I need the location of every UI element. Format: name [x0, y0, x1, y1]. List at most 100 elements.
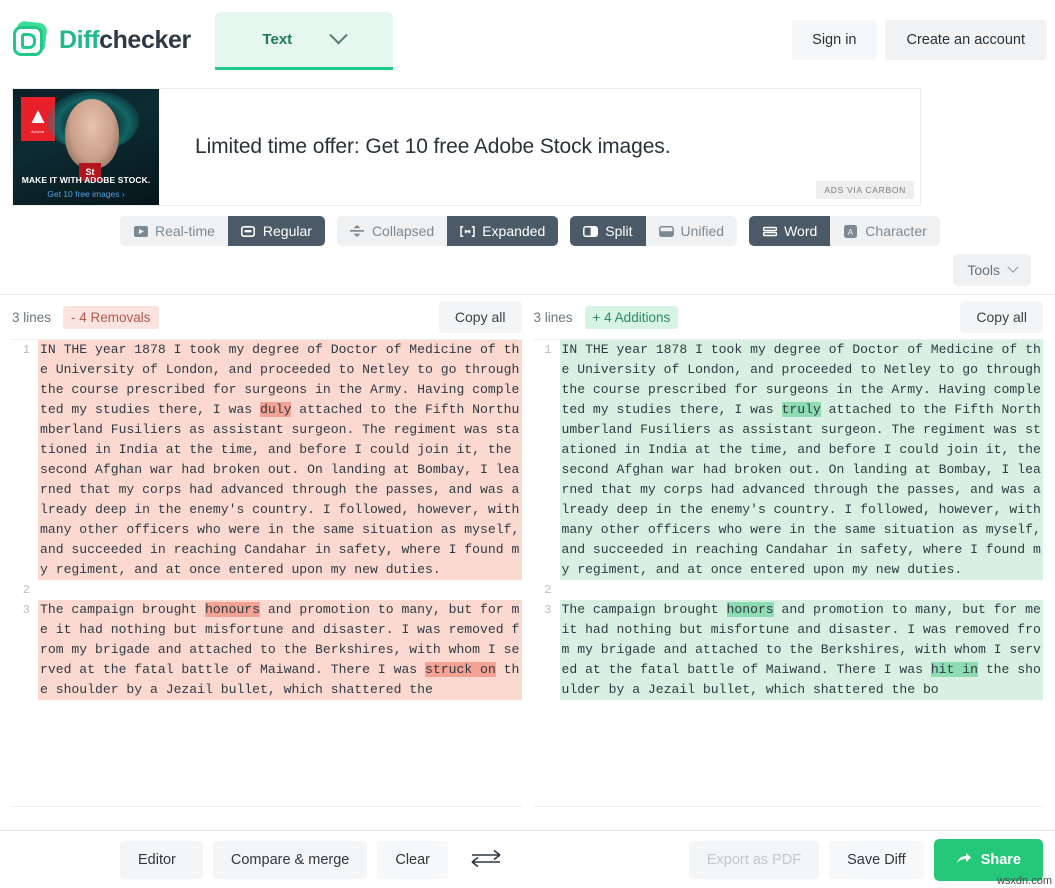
share-label: Share	[980, 851, 1021, 868]
diff-area: 1 IN THE year 1878 I took my degree of Do…	[0, 339, 1055, 807]
diff-line: 2	[12, 580, 522, 600]
diff-line: 1 IN THE year 1878 I took my degree of Do…	[12, 340, 522, 580]
export-pdf-button[interactable]: Export as PDF	[688, 840, 820, 879]
right-stats: 3 lines + 4 Additions Copy all	[533, 301, 1043, 333]
segmented-update-mode: Real-time Regular	[120, 216, 325, 246]
mode-split-label: Split	[605, 223, 633, 239]
diff-highlight: duly	[260, 402, 292, 417]
ad-face-art	[65, 99, 119, 169]
brand-name: Diffchecker	[59, 26, 191, 55]
svg-text:A: A	[848, 226, 854, 236]
left-line-count: 3 lines	[12, 309, 52, 325]
swap-sides-button[interactable]	[458, 842, 514, 877]
character-icon: A	[843, 224, 858, 238]
line-number: 2	[533, 580, 560, 600]
bottom-toolbar: Editor Compare & merge Clear Export as P…	[0, 830, 1055, 888]
diff-line-content[interactable]	[38, 580, 522, 600]
word-icon	[762, 225, 777, 238]
create-account-button[interactable]: Create an account	[884, 20, 1047, 60]
removals-badge: - 4 Removals	[63, 305, 159, 329]
diff-pane-left[interactable]: 1 IN THE year 1878 I took my degree of Do…	[12, 339, 522, 807]
diff-line-content[interactable]: The campaign brought honours and promoti…	[38, 600, 522, 700]
diffchecker-logo-icon	[12, 20, 48, 58]
diff-line: 3 The campaign brought honors and promoti…	[533, 600, 1043, 700]
mode-word-button[interactable]: Word	[749, 216, 831, 246]
unified-icon	[658, 225, 674, 238]
collapse-icon	[350, 225, 365, 238]
brand-name-diff: Diff	[59, 25, 100, 54]
swap-arrows-icon	[468, 848, 504, 871]
diff-stats-bar: 3 lines - 4 Removals Copy all 3 lines + …	[0, 295, 1055, 339]
diff-highlight: hit in	[930, 662, 978, 677]
mode-character-button[interactable]: A Character	[830, 216, 940, 246]
watermark: wsxdn.com	[996, 875, 1052, 887]
tab-text[interactable]: Text	[214, 12, 393, 70]
ads-via-carbon-label[interactable]: ADS VIA CARBON	[816, 181, 914, 199]
editor-dropdown-button[interactable]: Editor	[120, 840, 203, 879]
mode-collapsed-button[interactable]: Collapsed	[336, 216, 448, 246]
mode-regular-label: Regular	[262, 223, 312, 239]
expand-icon	[460, 225, 475, 238]
mode-word-label: Word	[784, 223, 818, 239]
mode-split-button[interactable]: Split	[570, 216, 646, 246]
chevron-down-icon	[1007, 261, 1019, 273]
chevron-down-icon	[329, 26, 348, 45]
tools-row: Tools	[120, 254, 1043, 286]
diff-line-content[interactable]	[559, 580, 1043, 600]
ad-image-line-2[interactable]: Get 10 free images ›	[13, 189, 159, 199]
ad-image-line-1: MAKE IT WITH ADOBE STOCK.	[21, 175, 151, 185]
mode-unified-button[interactable]: Unified	[645, 216, 738, 246]
line-number: 1	[12, 340, 38, 580]
diff-line: 2	[533, 580, 1043, 600]
diff-line-content[interactable]: IN THE year 1878 I took my degree of Doc…	[38, 340, 522, 580]
diff-line: 3 The campaign brought honours and promot…	[12, 600, 522, 700]
rectangle-icon	[241, 225, 256, 238]
tools-dropdown-button[interactable]: Tools	[953, 254, 1031, 286]
clear-button[interactable]: Clear	[377, 840, 449, 879]
sign-in-button[interactable]: Sign in	[792, 20, 877, 60]
left-stats: 3 lines - 4 Removals Copy all	[12, 301, 522, 333]
tab-text-label: Text	[262, 31, 293, 48]
diff-highlight: honours	[205, 602, 261, 617]
line-number: 3	[12, 600, 38, 700]
mode-toolbar: Real-time Regular Collapsed Expanded Spl…	[0, 206, 1055, 295]
tools-label: Tools	[967, 262, 1000, 278]
diff-highlight: truly	[781, 402, 821, 417]
mode-collapsed-label: Collapsed	[371, 223, 435, 239]
diff-line-content[interactable]: The campaign brought honors and promotio…	[559, 600, 1043, 700]
save-diff-button[interactable]: Save Diff	[829, 840, 924, 879]
segmented-view-mode: Split Unified	[570, 216, 738, 246]
diff-highlight: struck on	[425, 662, 496, 677]
diff-highlight: honors	[726, 602, 774, 617]
mode-regular-button[interactable]: Regular	[227, 216, 325, 246]
ad-banner[interactable]: ▲ Adobe St MAKE IT WITH ADOBE STOCK. Get…	[12, 88, 921, 206]
editor-label: Editor	[138, 851, 176, 868]
mode-character-label: Character	[865, 223, 927, 239]
share-icon	[956, 851, 972, 869]
compare-merge-button[interactable]: Compare & merge	[212, 840, 368, 879]
mode-unified-label: Unified	[680, 223, 725, 239]
diff-line-content[interactable]: IN THE year 1878 I took my degree of Doc…	[559, 340, 1043, 580]
brand-logo[interactable]: Diffchecker	[0, 0, 191, 58]
right-copy-all-button[interactable]: Copy all	[960, 301, 1043, 333]
ad-headline[interactable]: Limited time offer: Get 10 free Adobe St…	[159, 89, 920, 205]
adobe-word: Adobe	[31, 128, 45, 134]
mode-real-time-label: Real-time	[155, 223, 215, 239]
line-number: 2	[12, 580, 38, 600]
ad-image[interactable]: ▲ Adobe St MAKE IT WITH ADOBE STOCK. Get…	[13, 89, 159, 205]
diff-line: 1 IN THE year 1878 I took my degree of Do…	[533, 340, 1043, 580]
segmented-granularity: Word A Character	[749, 216, 940, 246]
left-copy-all-button[interactable]: Copy all	[438, 301, 522, 333]
additions-badge: + 4 Additions	[584, 305, 679, 329]
line-number: 1	[533, 340, 560, 580]
split-icon	[583, 225, 599, 238]
site-header: Diffchecker Text Sign in Create an accou…	[0, 0, 1055, 84]
right-line-count: 3 lines	[533, 309, 573, 325]
mode-expanded-button[interactable]: Expanded	[447, 216, 559, 246]
diff-pane-right[interactable]: 1 IN THE year 1878 I took my degree of Do…	[533, 339, 1043, 807]
mode-real-time-button[interactable]: Real-time	[120, 216, 228, 246]
line-number: 3	[533, 600, 560, 700]
play-icon	[133, 225, 148, 238]
segmented-fold-mode: Collapsed Expanded	[336, 216, 559, 246]
mode-expanded-label: Expanded	[482, 223, 546, 239]
